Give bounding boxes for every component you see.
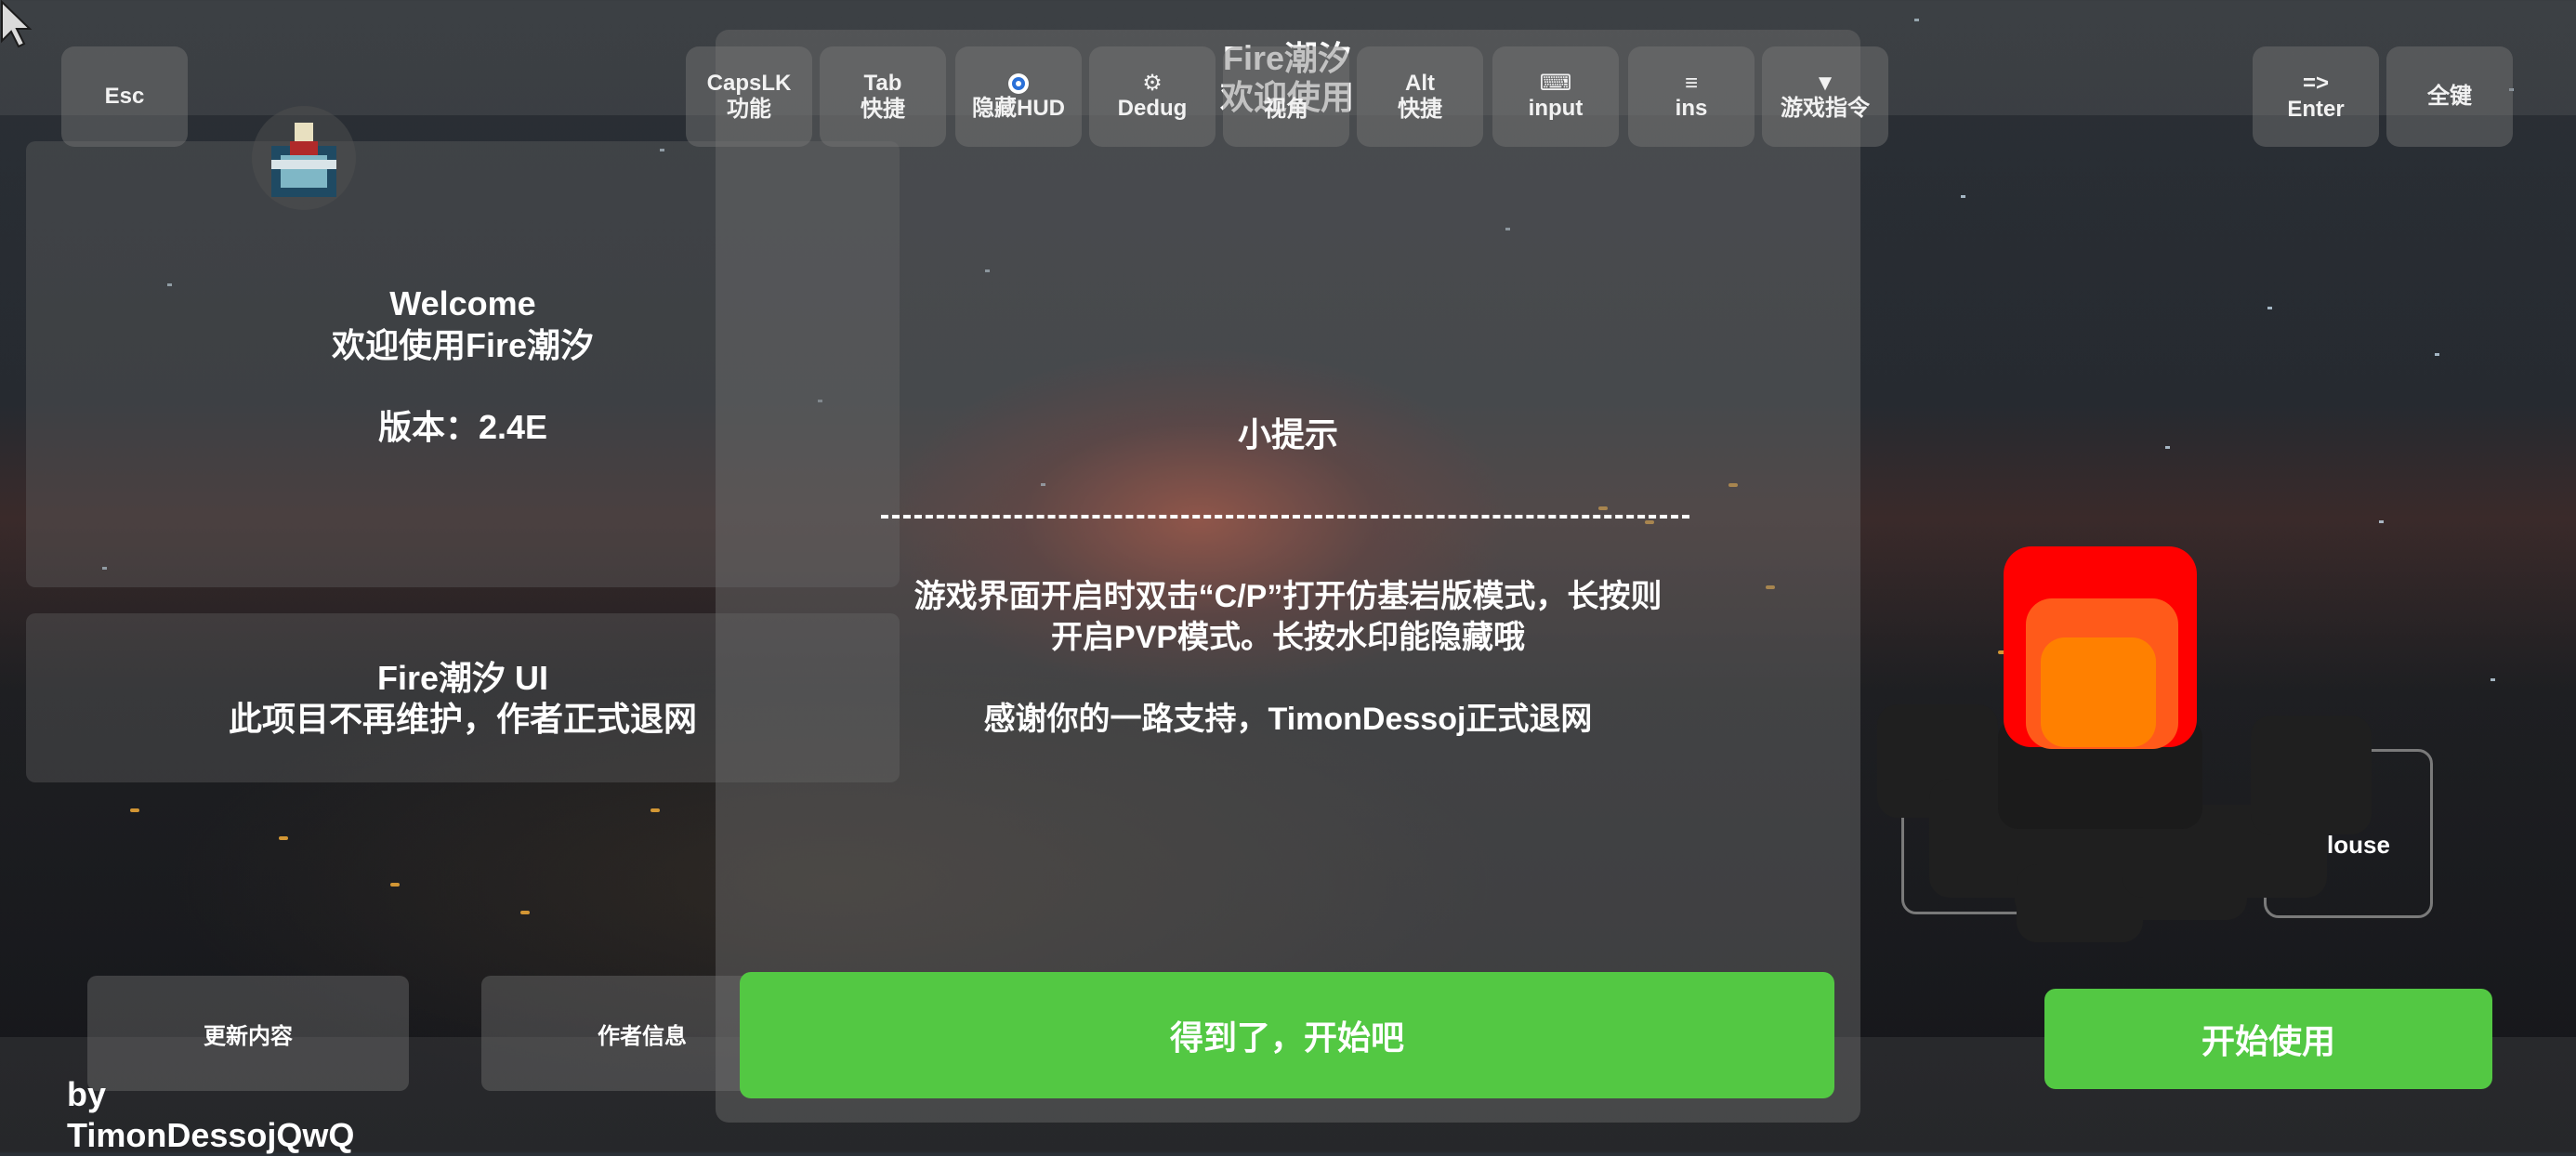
tip-thanks: 感谢你的一路支持，TimonDessoj正式退网 (983, 702, 1593, 737)
alt-key-sublabel: 快捷 (1398, 97, 1442, 122)
alt-key[interactable]: Alt 快捷 (1357, 46, 1483, 147)
confirm-start-label: 得到了，开始吧 (1169, 1018, 1404, 1057)
avatar (243, 104, 364, 212)
tip-divider (881, 515, 1689, 519)
start-using-label: 开始使用 (2201, 1022, 2335, 1060)
tab-key-label: Tab (863, 71, 902, 96)
fire-button-stack[interactable] (2004, 546, 2197, 753)
ins-key[interactable]: ≡ ins (1628, 46, 1755, 147)
keyboard-icon: ⌨ (1539, 71, 1572, 96)
eye-icon (1008, 73, 1029, 94)
capslk-key-label: CapsLK (706, 71, 792, 96)
control-block-6[interactable] (2251, 716, 2372, 834)
esc-key-label: Esc (104, 84, 145, 109)
welcome-heading: Welcome (389, 284, 536, 322)
enter-key-label: Enter (2287, 97, 2345, 122)
tip-body-line2: 开启PVP模式。长按水印能隐藏哦 (1050, 620, 1526, 655)
all-keys-key[interactable]: 全键 (2386, 46, 2513, 147)
debug-key[interactable]: ⚙ Dedug (1089, 46, 1216, 147)
confirm-start-button[interactable]: 得到了，开始吧 (740, 972, 1834, 1098)
all-keys-label: 全键 (2427, 84, 2472, 109)
debug-key-label: Dedug (1117, 96, 1188, 121)
view-key[interactable]: 视角 (1223, 46, 1349, 147)
ins-key-label: ins (1675, 96, 1708, 121)
fire-square-orange-inner (2041, 637, 2156, 747)
hide-hud-key[interactable]: 隐藏HUD (955, 46, 1082, 147)
game-command-key[interactable]: ▼ 游戏指令 (1762, 46, 1888, 147)
update-content-label: 更新内容 (204, 1023, 293, 1049)
enter-key-arrow: => (2302, 71, 2330, 96)
watermark[interactable]: by TimonDessojQwQ (67, 1074, 401, 1156)
tab-key[interactable]: Tab 快捷 (820, 46, 946, 147)
view-key-label: 视角 (1264, 97, 1308, 122)
gear-icon: ⚙ (1142, 71, 1163, 96)
hide-hud-key-label: 隐藏HUD (972, 96, 1065, 121)
alt-key-label: Alt (1405, 71, 1435, 96)
tab-key-sublabel: 快捷 (861, 97, 905, 122)
capslk-key-sublabel: 功能 (727, 97, 771, 122)
input-key-label: input (1528, 96, 1584, 121)
capslk-key[interactable]: CapsLK 功能 (686, 46, 812, 147)
game-command-key-label: 游戏指令 (1781, 96, 1870, 121)
mouse-label: louse (2327, 831, 2390, 859)
avatar-block-icon (252, 106, 356, 210)
esc-key[interactable]: Esc (61, 46, 188, 147)
welcome-subheading: 欢迎使用Fire潮汐 (331, 326, 595, 364)
info-title: Fire潮汐 UI (376, 659, 549, 697)
enter-key[interactable]: => Enter (2253, 46, 2379, 147)
tip-body-line1: 游戏界面开启时双击“C/P”打开仿基岩版模式，长按则 (913, 579, 1663, 614)
menu-icon: ≡ (1684, 71, 1698, 96)
author-info-label: 作者信息 (598, 1023, 687, 1049)
triangle-down-icon: ▼ (1814, 71, 1836, 96)
tip-title: 小提示 (1237, 415, 1338, 453)
input-key[interactable]: ⌨ input (1492, 46, 1619, 147)
start-using-button[interactable]: 开始使用 (2044, 989, 2492, 1089)
